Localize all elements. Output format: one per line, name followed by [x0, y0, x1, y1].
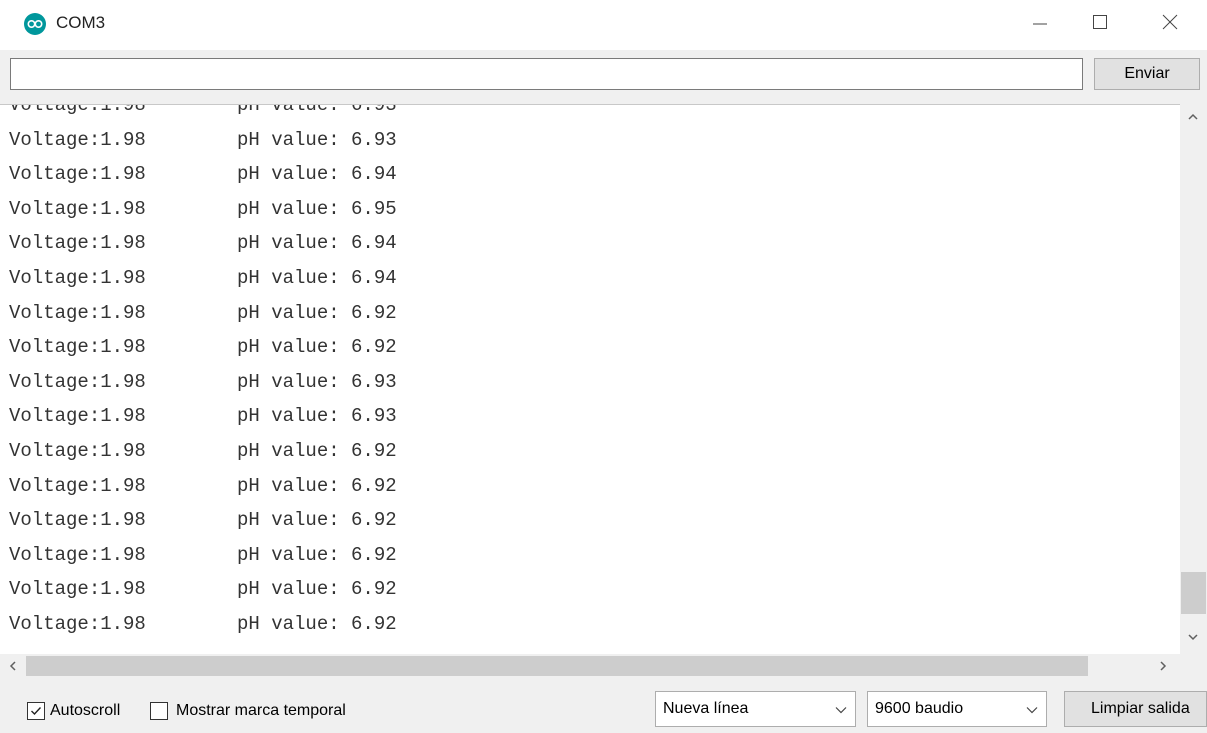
send-row: Enviar — [0, 50, 1207, 104]
chevron-up-icon — [1188, 113, 1198, 120]
ph-reading: pH value: 6.92 — [237, 474, 397, 497]
baud-rate-select[interactable]: 9600 baudio — [867, 691, 1047, 727]
voltage-reading: Voltage:1.98 — [9, 370, 146, 393]
output-line: Voltage:1.98 pH value: 6.94 — [9, 157, 397, 192]
output-line: Voltage:1.98 pH value: 6.93 — [9, 123, 397, 158]
line-ending-select[interactable]: Nueva línea — [655, 691, 856, 727]
close-icon — [1162, 14, 1178, 30]
autoscroll-label[interactable]: Autoscroll — [50, 702, 120, 720]
voltage-reading: Voltage:1.98 — [9, 474, 146, 497]
output-line: Voltage:1.98 pH value: 6.92 — [9, 538, 397, 573]
ph-reading: pH value: 6.94 — [237, 232, 397, 255]
ph-reading: pH value: 6.94 — [237, 266, 397, 289]
ph-reading: pH value: 6.92 — [237, 543, 397, 566]
voltage-reading: Voltage:1.98 — [9, 405, 146, 428]
vertical-scrollbar[interactable] — [1180, 104, 1207, 654]
output-line: Voltage:1.98 pH value: 6.95 — [9, 192, 397, 227]
chevron-down-icon — [1026, 707, 1038, 714]
voltage-reading: Voltage:1.98 — [9, 266, 146, 289]
output-line: Voltage:1.98 pH value: 6.92 — [9, 572, 397, 607]
output-line: Voltage:1.98 pH value: 6.93 — [9, 365, 397, 400]
send-input[interactable] — [10, 58, 1083, 90]
horizontal-scrollbar[interactable] — [0, 654, 1180, 678]
output-line: Voltage:1.98 pH value: 6.92 — [9, 296, 397, 331]
scrollbar-corner — [1180, 654, 1207, 678]
voltage-reading: Voltage:1.98 — [9, 543, 146, 566]
serial-output[interactable]: Voltage:1.98 pH value: 6.93 Voltage:1.98 pH… — [0, 104, 1180, 655]
chevron-right-icon — [1160, 661, 1167, 671]
baud-rate-value: 9600 baudio — [875, 700, 964, 717]
voltage-reading: Voltage:1.98 — [9, 232, 146, 255]
checkmark-icon — [31, 707, 42, 716]
ph-reading: pH value: 6.93 — [237, 128, 397, 151]
window-title: COM3 — [56, 13, 106, 32]
output-line: Voltage:1.98 pH value: 6.92 — [9, 434, 397, 469]
close-button[interactable] — [1140, 0, 1200, 44]
output-line: Voltage:1.98 pH value: 6.93 — [9, 399, 397, 434]
clear-output-button[interactable]: Limpiar salida — [1064, 691, 1207, 727]
output-line: Voltage:1.98 pH value: 6.92 — [9, 503, 397, 538]
send-button[interactable]: Enviar — [1094, 58, 1200, 90]
voltage-reading: Voltage:1.98 — [9, 301, 146, 324]
ph-reading: pH value: 6.95 — [237, 197, 397, 220]
voltage-reading: Voltage:1.98 — [9, 336, 146, 359]
vertical-scroll-thumb[interactable] — [1181, 572, 1206, 614]
maximize-icon — [1093, 15, 1107, 29]
voltage-reading: Voltage:1.98 — [9, 509, 146, 532]
maximize-button[interactable] — [1070, 0, 1130, 44]
output-line: Voltage:1.98 pH value: 6.93 — [9, 104, 397, 123]
scroll-down-button[interactable] — [1180, 624, 1207, 654]
ph-reading: pH value: 6.92 — [237, 509, 397, 532]
scroll-up-button[interactable] — [1180, 104, 1207, 130]
line-ending-value: Nueva línea — [663, 700, 749, 717]
chevron-down-icon — [1188, 634, 1198, 641]
voltage-reading: Voltage:1.98 — [9, 439, 146, 462]
timestamp-label[interactable]: Mostrar marca temporal — [176, 702, 346, 720]
arduino-logo-icon — [24, 13, 46, 35]
ph-reading: pH value: 6.92 — [237, 301, 397, 324]
voltage-reading: Voltage:1.98 — [9, 578, 146, 601]
output-line: Voltage:1.98 pH value: 6.92 — [9, 330, 397, 365]
title-bar: COM3 — [0, 0, 1207, 50]
timestamp-checkbox[interactable] — [150, 702, 168, 720]
horizontal-scroll-thumb[interactable] — [26, 656, 1088, 676]
output-line: Voltage:1.98 pH value: 6.94 — [9, 226, 397, 261]
voltage-reading: Voltage:1.98 — [9, 197, 146, 220]
ph-reading: pH value: 6.92 — [237, 439, 397, 462]
minimize-icon — [1033, 23, 1047, 25]
ph-reading: pH value: 6.92 — [237, 612, 397, 635]
output-line: Voltage:1.98 pH value: 6.94 — [9, 261, 397, 296]
voltage-reading: Voltage:1.98 — [9, 104, 146, 116]
voltage-reading: Voltage:1.98 — [9, 163, 146, 186]
voltage-reading: Voltage:1.98 — [9, 128, 146, 151]
minimize-button[interactable] — [1010, 0, 1070, 44]
autoscroll-checkbox[interactable] — [27, 702, 45, 720]
output-lines: Voltage:1.98 pH value: 6.93 Voltage:1.98 pH… — [9, 104, 397, 642]
ph-reading: pH value: 6.93 — [237, 104, 397, 116]
ph-reading: pH value: 6.93 — [237, 370, 397, 393]
voltage-reading: Voltage:1.98 — [9, 612, 146, 635]
output-line: Voltage:1.98 pH value: 6.92 — [9, 469, 397, 504]
ph-reading: pH value: 6.92 — [237, 336, 397, 359]
ph-reading: pH value: 6.92 — [237, 578, 397, 601]
bottom-bar: Autoscroll Mostrar marca temporal Nueva … — [0, 678, 1207, 733]
ph-reading: pH value: 6.93 — [237, 405, 397, 428]
chevron-left-icon — [9, 661, 16, 671]
ph-reading: pH value: 6.94 — [237, 163, 397, 186]
scroll-left-button[interactable] — [0, 654, 26, 678]
output-line: Voltage:1.98 pH value: 6.92 — [9, 607, 397, 642]
chevron-down-icon — [835, 707, 847, 714]
scroll-right-button[interactable] — [1150, 654, 1180, 678]
